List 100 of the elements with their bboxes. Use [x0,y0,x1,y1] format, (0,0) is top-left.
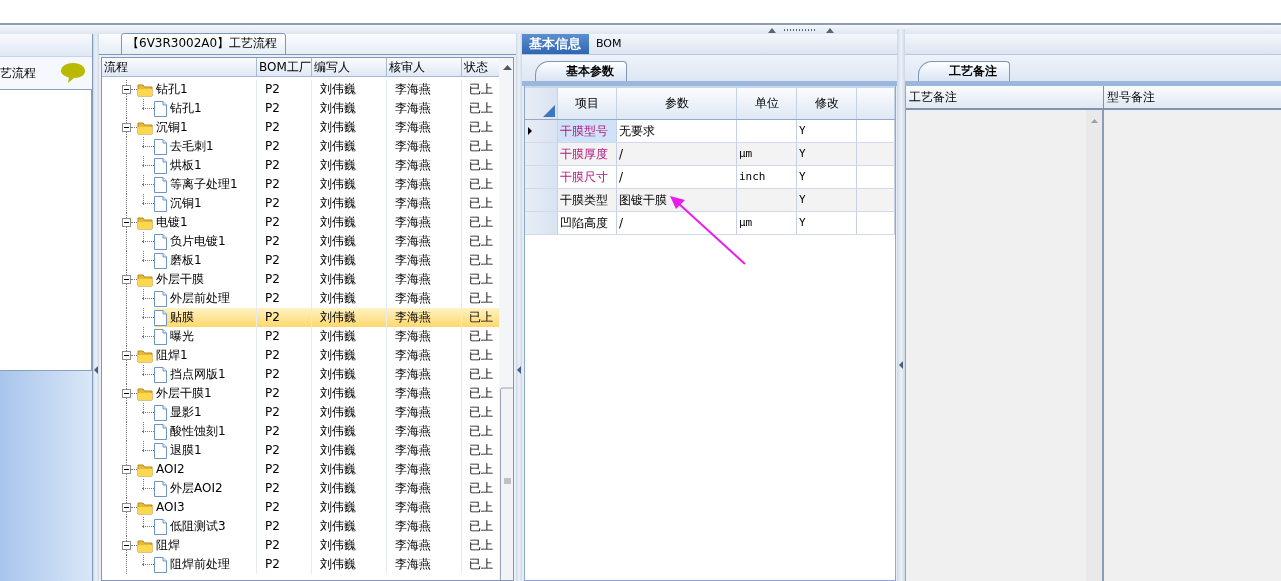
tree-node-label[interactable]: 阻焊 [153,536,180,555]
table-cell[interactable]: 凹陷高度 [558,212,617,234]
tree-node-label[interactable]: 负片电镀1 [167,232,226,251]
collapse-icon[interactable] [122,465,131,474]
tree-row[interactable]: 退膜1 P2 刘伟巍 李海燕 已上 [102,441,499,460]
table-cell[interactable]: inch [737,166,797,188]
column-header[interactable]: 流程 [102,58,257,76]
column-header[interactable]: 核审人 [387,58,462,76]
tree-row[interactable]: 负片电镀1 P2 刘伟巍 李海燕 已上 [102,232,499,251]
tree-row[interactable]: 磨板1 P2 刘伟巍 李海燕 已上 [102,251,499,270]
table-cell[interactable]: Y [797,166,857,188]
tree-row[interactable]: 阻焊 P2 刘伟巍 李海燕 已上 [102,536,499,555]
tree-row[interactable]: 显影1 P2 刘伟巍 李海燕 已上 [102,403,499,422]
tree-node-label[interactable]: 外层干膜1 [153,384,212,403]
tree-node-label[interactable]: 钻孔1 [153,80,188,99]
tree-node-label[interactable]: 沉铜1 [153,118,188,137]
tree-row[interactable]: 沉铜1 P2 刘伟巍 李海燕 已上 [102,118,499,137]
table-cell[interactable]: 干膜类型 [558,189,617,211]
tree-row[interactable]: 外层AOI2 P2 刘伟巍 李海燕 已上 [102,479,499,498]
tree-node-label[interactable]: 去毛刺1 [167,137,214,156]
column-header[interactable]: 编写人 [312,58,387,76]
collapse-arrow-icon[interactable] [94,366,98,374]
table-cell[interactable]: / [617,212,737,234]
collapse-icon[interactable] [122,351,131,360]
collapse-icon[interactable] [122,541,131,550]
tree-node-label[interactable]: AOI2 [153,460,185,479]
table-cell[interactable]: / [617,166,737,188]
table-cell[interactable]: 无要求 [617,120,737,142]
tree-node-label[interactable]: 挡点网版1 [167,365,226,384]
select-all-corner-icon[interactable] [543,105,555,117]
tree-node-label[interactable]: 阻焊前处理 [167,555,230,574]
collapse-icon[interactable] [122,275,131,284]
tree-row[interactable]: 酸性蚀刻1 P2 刘伟巍 李海燕 已上 [102,422,499,441]
tree-row[interactable]: AOI3 P2 刘伟巍 李海燕 已上 [102,498,499,517]
tree-node-label[interactable]: 酸性蚀刻1 [167,422,226,441]
column-header[interactable]: 修改 [797,88,857,119]
tree-row[interactable]: 挡点网版1 P2 刘伟巍 李海燕 已上 [102,365,499,384]
tree-row[interactable]: 烘板1 P2 刘伟巍 李海燕 已上 [102,156,499,175]
table-cell[interactable]: Y [797,212,857,234]
tree-node-label[interactable]: 退膜1 [167,441,202,460]
splitter-grip-icon[interactable] [768,26,834,33]
tree-node-label[interactable]: AOI3 [153,498,185,517]
tree-row[interactable]: 钻孔1 P2 刘伟巍 李海燕 已上 [102,99,499,118]
column-header[interactable]: 状态 [462,58,499,76]
column-header[interactable]: 单位 [737,88,797,119]
tree-node-label[interactable]: 等离子处理1 [167,175,238,194]
tree-row[interactable]: 外层干膜1 P2 刘伟巍 李海燕 已上 [102,384,499,403]
panel-tab[interactable]: 基本参数 [535,61,627,81]
tree-node-label[interactable]: 阻焊1 [153,346,188,365]
collapse-arrow-icon[interactable] [899,361,903,369]
panel-tab[interactable]: 工艺备注 [918,61,1010,81]
tree-row[interactable]: 低阻测试3 P2 刘伟巍 李海燕 已上 [102,517,499,536]
tree-row[interactable]: 阻焊前处理 P2 刘伟巍 李海燕 已上 [102,555,499,574]
tree-node-label[interactable]: 显影1 [167,403,202,422]
tab[interactable]: 基本信息 [522,34,589,54]
tree-node-label[interactable]: 低阻测试3 [167,517,226,536]
collapse-icon[interactable] [122,218,131,227]
tree-row[interactable]: AOI2 P2 刘伟巍 李海燕 已上 [102,460,499,479]
column-header[interactable]: 项目 [558,88,617,119]
table-cell: P2 [257,175,312,194]
column-header[interactable]: 参数 [617,88,737,119]
tree-node-label[interactable]: 外层AOI2 [167,479,223,498]
tree-row[interactable]: 曝光 P2 刘伟巍 李海燕 已上 [102,327,499,346]
collapse-icon[interactable] [122,123,131,132]
table-cell[interactable]: μm [737,212,797,234]
collapse-icon[interactable] [122,503,131,512]
table-cell[interactable]: 干膜尺寸 [558,166,617,188]
collapse-icon[interactable] [122,389,131,398]
tree-row[interactable]: 等离子处理1 P2 刘伟巍 李海燕 已上 [102,175,499,194]
tree-row[interactable]: 阻焊1 P2 刘伟巍 李海燕 已上 [102,346,499,365]
tree-node-label[interactable]: 钻孔1 [167,99,202,118]
column-header[interactable]: 工艺备注 [906,86,1104,108]
scrollbar[interactable] [499,58,513,580]
table-cell[interactable]: μm [737,143,797,165]
tree-node-label[interactable]: 烘板1 [167,156,202,175]
collapse-arrow-icon[interactable] [517,366,521,374]
tree-node-label[interactable]: 外层干膜 [153,270,204,289]
tree-row[interactable]: 去毛刺1 P2 刘伟巍 李海燕 已上 [102,137,499,156]
row-header[interactable] [525,120,558,142]
tree-row[interactable]: 电镀1 P2 刘伟巍 李海燕 已上 [102,213,499,232]
tree-node-label[interactable]: 电镀1 [153,213,188,232]
tree-node-label[interactable]: 磨板1 [167,251,202,270]
tree-node-label[interactable]: 曝光 [167,327,194,346]
tree-row[interactable]: 钻孔1 P2 刘伟巍 李海燕 已上 [102,80,499,99]
table-cell[interactable]: Y [797,189,857,211]
collapse-icon[interactable] [122,85,131,94]
tree-node-label[interactable]: 外层前处理 [167,289,230,308]
tree-row[interactable]: 沉铜1 P2 刘伟巍 李海燕 已上 [102,194,499,213]
table-cell[interactable]: 干膜型号 [558,120,617,142]
table-cell[interactable]: 干膜厚度 [558,143,617,165]
table-cell[interactable]: / [617,143,737,165]
tree-node-label[interactable]: 贴膜 [167,308,194,327]
table-cell[interactable]: Y [797,143,857,165]
panel-tab[interactable]: 【6V3R3002A0】工艺流程 [121,33,287,55]
column-header[interactable]: 型号备注 [1104,86,1281,108]
table-cell[interactable]: Y [797,120,857,142]
tab[interactable]: BOM [589,34,630,54]
column-header[interactable]: BOM工厂 [257,58,312,76]
tree-row[interactable]: 外层干膜 P2 刘伟巍 李海燕 已上 [102,270,499,289]
tree-node-label[interactable]: 沉铜1 [167,194,202,213]
